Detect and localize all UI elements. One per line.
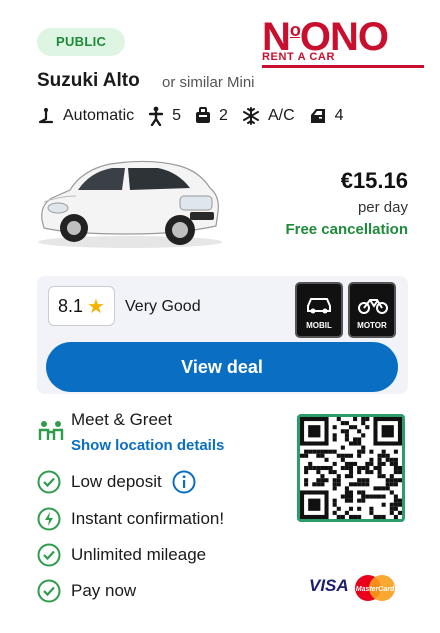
door-icon <box>310 109 325 123</box>
mastercard-logo: MasterCard <box>355 575 395 601</box>
show-location-link[interactable]: Show location details <box>71 437 224 454</box>
public-badge: PUBLIC <box>37 28 126 56</box>
info-icon[interactable] <box>172 470 196 494</box>
car-image <box>38 160 222 248</box>
gear-shift-icon <box>38 107 54 124</box>
snowflake-icon <box>242 107 259 125</box>
car-name: Suzuki Alto <box>37 70 140 91</box>
star-icon: ★ <box>87 295 105 318</box>
logo-subtitle: RENT A CAR <box>262 51 336 63</box>
rating-score: 8.1 ★ <box>48 286 115 326</box>
spec-ac: A/C <box>242 107 295 125</box>
check-circle-icon <box>37 579 61 603</box>
qr-code[interactable] <box>297 414 405 522</box>
lightning-circle-icon <box>37 507 61 531</box>
deal-card: PUBLIC NoONO RENT A CAR Suzuki Alto or s… <box>0 0 440 633</box>
seat-icon <box>148 106 164 126</box>
view-deal-button[interactable]: View deal <box>46 342 398 392</box>
spec-bags: 2 <box>195 107 228 125</box>
check-circle-icon <box>37 543 61 567</box>
spec-list: Automatic 5 2 A/C 4 <box>37 104 358 128</box>
deal-box: 8.1 ★ Very Good MOBIL MOTOR View deal <box>37 276 408 394</box>
spec-transmission: Automatic <box>37 107 134 125</box>
car-icon <box>307 298 331 314</box>
feature-unlimited-mileage: Unlimited mileage <box>37 543 206 567</box>
svg-text:MasterCard: MasterCard <box>356 586 395 593</box>
pickup-type: Meet & Greet <box>71 410 173 429</box>
feature-low-deposit: Low deposit <box>37 470 196 494</box>
visa-logo: VISA <box>309 576 349 595</box>
bag-icon <box>196 107 211 123</box>
car-category: or similar Mini <box>162 74 255 91</box>
mobil-badge: MOBIL <box>295 282 343 338</box>
rating-label: Very Good <box>125 298 201 315</box>
check-circle-icon <box>37 470 61 494</box>
spec-seats: 5 <box>148 106 181 126</box>
motor-badge: MOTOR <box>348 282 396 338</box>
logo-underline <box>262 65 424 68</box>
qr-code-image <box>300 417 402 519</box>
price-period: per day <box>357 199 408 216</box>
feature-pay-now: Pay now <box>37 579 136 603</box>
spec-doors: 4 <box>309 107 344 125</box>
feature-instant-confirmation: Instant confirmation! <box>37 507 224 531</box>
price: €15.16 <box>340 168 408 193</box>
free-cancellation: Free cancellation <box>285 221 408 238</box>
motorbike-icon <box>358 299 388 314</box>
meet-greet-icon <box>38 421 64 440</box>
supplier-logo: NoONO RENT A CAR <box>262 8 424 68</box>
